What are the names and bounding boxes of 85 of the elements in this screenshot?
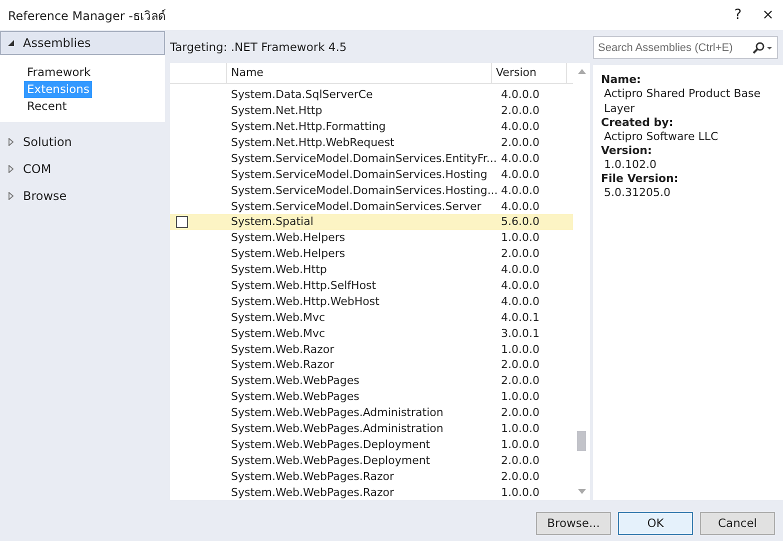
assembly-version: 2.0.0.0 bbox=[500, 374, 540, 388]
assembly-version: 1.0.0.0 bbox=[500, 486, 540, 499]
assembly-version: 4.0.0.0 bbox=[500, 278, 540, 292]
assembly-name: System.Web.Http.WebHost bbox=[230, 294, 380, 308]
assembly-version: 2.0.0.0 bbox=[500, 454, 540, 467]
detail-label: File Version: bbox=[601, 172, 680, 185]
assembly-version: 4.0.0.1 bbox=[500, 310, 540, 324]
column-header[interactable]: Version bbox=[492, 63, 567, 83]
sidebar-item[interactable]: Recent bbox=[24, 98, 70, 115]
assembly-name: System.Net.Http.Formatting bbox=[230, 120, 387, 134]
assembly-name: System.Web.Razor bbox=[230, 342, 336, 356]
dialog-button[interactable]: Cancel bbox=[700, 512, 775, 534]
detail-value: Actipro Shared Product Base Layer bbox=[603, 86, 762, 116]
detail-value: Actipro Software LLC bbox=[603, 129, 720, 144]
assembly-version: 2.0.0.0 bbox=[500, 406, 540, 420]
assembly-name: System.Data.SqlServerCe bbox=[230, 88, 374, 102]
assembly-version: 1.0.0.0 bbox=[500, 422, 540, 435]
column-header[interactable]: Name bbox=[227, 63, 492, 83]
sidebar-group[interactable]: Solution bbox=[0, 130, 165, 154]
assembly-name: System.Web.Http bbox=[230, 263, 328, 276]
assembly-name: System.Web.Razor bbox=[230, 358, 336, 372]
assembly-name: System.Web.Http.SelfHost bbox=[230, 278, 378, 292]
detail-label: Version: bbox=[601, 144, 653, 157]
assembly-name: System.Web.Helpers bbox=[230, 247, 346, 260]
scrollbar-thumb[interactable] bbox=[577, 431, 586, 451]
assembly-version: 1.0.0.0 bbox=[500, 438, 540, 451]
assembly-name: System.Web.WebPages.Deployment bbox=[230, 454, 432, 467]
detail-label: Created by: bbox=[601, 116, 674, 129]
assembly-version: 1.0.0.0 bbox=[500, 231, 540, 244]
assembly-name: System.Web.Helpers bbox=[230, 231, 346, 244]
assembly-name: System.Net.Http.WebRequest bbox=[230, 136, 396, 149]
assembly-version: 4.0.0.0 bbox=[500, 200, 540, 213]
scroll-up-icon[interactable] bbox=[578, 69, 586, 74]
assembly-version: 2.0.0.0 bbox=[500, 470, 540, 483]
assembly-version: 4.0.0.0 bbox=[500, 184, 540, 197]
dialog-button[interactable]: OK bbox=[618, 512, 693, 534]
sidebar-group[interactable]: COM bbox=[0, 157, 165, 181]
assembly-name: System.ServiceModel.DomainServices.Hosting bbox=[230, 168, 488, 181]
detail-value: 1.0.102.0 bbox=[603, 157, 658, 172]
assembly-version: 1.0.0.0 bbox=[500, 342, 540, 356]
assembly-name: System.Web.WebPages.Razor bbox=[230, 470, 396, 483]
assembly-version: 2.0.0.0 bbox=[500, 247, 540, 260]
assembly-version: 2.0.0.0 bbox=[500, 104, 540, 118]
assembly-version: 2.0.0.0 bbox=[500, 136, 540, 149]
window-title: Reference Manager -ธเวิลด์ bbox=[8, 8, 167, 24]
assembly-name: System.Web.WebPages.Deployment bbox=[230, 438, 432, 451]
assembly-name: System.Net.Http bbox=[230, 104, 324, 118]
assembly-version: 4.0.0.0 bbox=[500, 120, 540, 134]
assembly-name: System.ServiceModel.DomainServices.Server bbox=[230, 200, 482, 213]
detail-value: 5.0.31205.0 bbox=[603, 185, 672, 200]
assembly-name: System.Web.Mvc bbox=[230, 326, 326, 340]
assembly-version: 4.0.0.0 bbox=[500, 168, 540, 181]
dialog-button[interactable]: Browse... bbox=[536, 512, 611, 534]
sidebar-group[interactable]: Browse bbox=[0, 184, 165, 208]
assembly-name: System.ServiceModel.DomainServices.Hosting... bbox=[230, 184, 496, 197]
assembly-name: System.Web.WebPages bbox=[230, 374, 360, 388]
detail-label: Name: bbox=[601, 73, 642, 86]
assembly-version: 4.0.0.0 bbox=[500, 294, 540, 308]
collapse-arrow-icon[interactable] bbox=[7, 39, 15, 47]
expand-arrow-icon[interactable] bbox=[7, 192, 15, 200]
assembly-name: System.Spatial bbox=[230, 215, 314, 228]
search-icon[interactable] bbox=[751, 42, 773, 54]
expand-arrow-icon[interactable] bbox=[7, 138, 15, 146]
assembly-version: 4.0.0.0 bbox=[500, 263, 540, 276]
sidebar-group[interactable]: Assemblies bbox=[0, 31, 165, 55]
assembly-version: 4.0.0.0 bbox=[500, 152, 540, 165]
assembly-version: 4.0.0.0 bbox=[500, 88, 540, 102]
assembly-version: 3.0.0.1 bbox=[500, 326, 540, 340]
assembly-version: 2.0.0.0 bbox=[500, 358, 540, 372]
assembly-name: System.Web.WebPages.Administration bbox=[230, 422, 444, 435]
checkbox[interactable] bbox=[176, 216, 188, 228]
assembly-version: 5.6.0.0 bbox=[500, 215, 540, 228]
search-field[interactable]: Search Assemblies (Ctrl+E) bbox=[593, 36, 778, 59]
assembly-name: System.ServiceModel.DomainServices.EntityFr... bbox=[230, 152, 496, 165]
assembly-name: System.Web.Mvc bbox=[230, 310, 326, 324]
scroll-down-icon[interactable] bbox=[578, 489, 586, 494]
assembly-version: 1.0.0.0 bbox=[500, 390, 540, 404]
assembly-name: System.Web.WebPages.Razor bbox=[230, 486, 396, 499]
assembly-name: System.Web.WebPages.Administration bbox=[230, 406, 444, 420]
close-button[interactable]: × bbox=[753, 7, 783, 23]
help-button[interactable]: ? bbox=[723, 7, 753, 23]
targeting-label: Targeting: .NET Framework 4.5 bbox=[170, 40, 347, 54]
assembly-name: System.Web.WebPages bbox=[230, 390, 360, 404]
sidebar-item[interactable]: Framework bbox=[24, 64, 94, 81]
expand-arrow-icon[interactable] bbox=[7, 165, 15, 173]
